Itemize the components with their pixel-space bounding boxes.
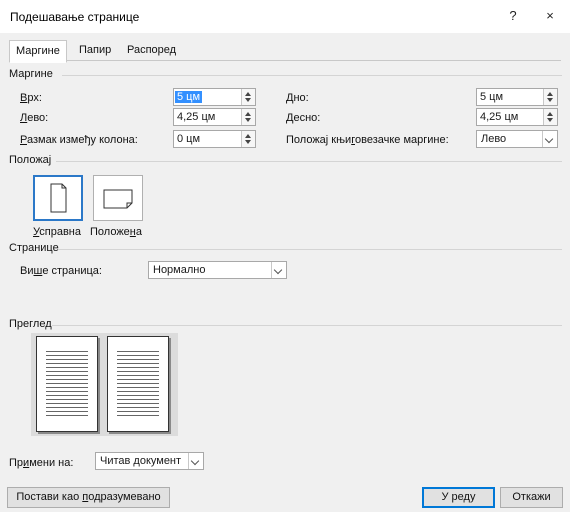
spin-down-icon[interactable] bbox=[245, 118, 251, 122]
dialog-title: Подешавање странице bbox=[10, 10, 140, 24]
pages-group-label: Странице bbox=[9, 242, 59, 254]
gutter-position-label: Положај књиговезачке маргине: bbox=[286, 134, 449, 146]
spin-up-icon[interactable] bbox=[547, 92, 553, 96]
gutter-position-select[interactable]: Лево bbox=[476, 130, 558, 148]
orientation-group-divider bbox=[56, 161, 562, 162]
pages-group-divider bbox=[58, 249, 562, 250]
margins-group-divider bbox=[62, 75, 562, 76]
chevron-down-icon[interactable] bbox=[271, 262, 286, 278]
apply-to-value[interactable]: Читав документ bbox=[100, 455, 181, 467]
right-margin-spin-arrows[interactable] bbox=[543, 109, 557, 125]
gutter-spin-arrows[interactable] bbox=[241, 131, 255, 147]
spin-down-icon[interactable] bbox=[547, 118, 553, 122]
tab-layout[interactable]: Распоред bbox=[121, 40, 182, 60]
tab-paper[interactable]: Папир bbox=[73, 40, 117, 60]
right-margin-value[interactable]: 4,25 цм bbox=[480, 111, 518, 123]
portrait-label: Усправна bbox=[33, 226, 81, 238]
tab-margins[interactable]: Маргине bbox=[9, 40, 67, 63]
left-margin-spinner[interactable]: 4,25 цм bbox=[173, 108, 256, 126]
portrait-page-icon bbox=[50, 183, 67, 213]
tab-strip-divider bbox=[9, 60, 561, 61]
right-margin-spinner[interactable]: 4,25 цм bbox=[476, 108, 558, 126]
bottom-margin-spin-arrows[interactable] bbox=[543, 89, 557, 105]
spin-up-icon[interactable] bbox=[245, 112, 251, 116]
cancel-button[interactable]: Откажи bbox=[500, 487, 563, 508]
spin-down-icon[interactable] bbox=[547, 98, 553, 102]
preview-page-left bbox=[36, 336, 98, 432]
landscape-label: Положена bbox=[90, 226, 142, 238]
preview-group-divider bbox=[52, 325, 562, 326]
gutter-label: Размак између колона: bbox=[20, 134, 138, 146]
ok-button[interactable]: У реду bbox=[422, 487, 495, 508]
portrait-option[interactable] bbox=[33, 175, 83, 221]
close-button[interactable]: × bbox=[537, 4, 563, 28]
set-as-default-button[interactable]: Постави као подразумевано bbox=[7, 487, 170, 508]
apply-to-label: Примени на: bbox=[9, 457, 74, 469]
top-margin-label: Врх: bbox=[20, 92, 42, 104]
spin-down-icon[interactable] bbox=[245, 140, 251, 144]
bottom-margin-value[interactable]: 5 цм bbox=[480, 91, 503, 103]
gutter-position-value[interactable]: Лево bbox=[481, 133, 506, 145]
orientation-group-label: Положај bbox=[9, 154, 52, 166]
spin-down-icon[interactable] bbox=[245, 98, 251, 102]
landscape-option[interactable] bbox=[93, 175, 143, 221]
bottom-margin-label: Дно: bbox=[286, 92, 309, 104]
left-margin-spin-arrows[interactable] bbox=[241, 109, 255, 125]
chevron-down-icon[interactable] bbox=[188, 453, 203, 469]
spin-up-icon[interactable] bbox=[245, 92, 251, 96]
bottom-margin-spinner[interactable]: 5 цм bbox=[476, 88, 558, 106]
left-margin-label: Лево: bbox=[20, 112, 49, 124]
preview-page-right bbox=[107, 336, 169, 432]
spin-up-icon[interactable] bbox=[547, 112, 553, 116]
help-button[interactable]: ? bbox=[500, 4, 526, 28]
spin-up-icon[interactable] bbox=[245, 134, 251, 138]
gutter-spinner[interactable]: 0 цм bbox=[173, 130, 256, 148]
preview-group-label: Преглед bbox=[9, 318, 52, 330]
apply-to-select[interactable]: Читав документ bbox=[95, 452, 204, 470]
top-margin-spin-arrows[interactable] bbox=[241, 89, 255, 105]
top-margin-value[interactable]: 5 цм bbox=[175, 91, 203, 103]
top-margin-spinner[interactable]: 5 цм bbox=[173, 88, 256, 106]
multiple-pages-value[interactable]: Нормално bbox=[153, 264, 205, 276]
chevron-down-icon[interactable] bbox=[542, 131, 557, 147]
multiple-pages-label: Више страница: bbox=[20, 265, 102, 277]
landscape-page-icon bbox=[103, 189, 133, 209]
left-margin-value[interactable]: 4,25 цм bbox=[177, 111, 215, 123]
margins-group-label: Маргине bbox=[9, 68, 53, 80]
right-margin-label: Десно: bbox=[286, 112, 321, 124]
multiple-pages-select[interactable]: Нормално bbox=[148, 261, 287, 279]
gutter-value[interactable]: 0 цм bbox=[177, 133, 200, 145]
